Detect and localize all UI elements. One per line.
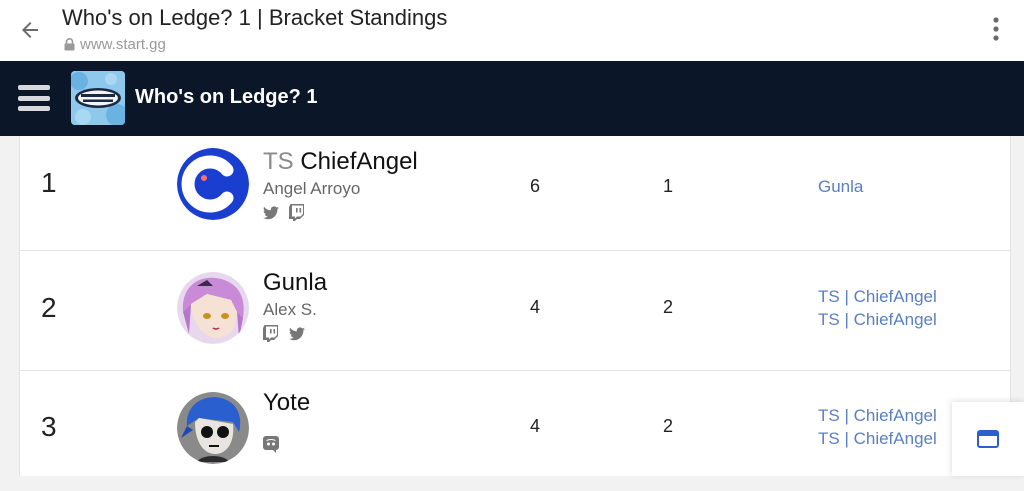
social-links: [263, 204, 305, 221]
social-links: [263, 436, 279, 453]
player-tag: Gunla: [263, 269, 328, 296]
twitch-icon[interactable]: [289, 204, 305, 221]
table-row: 1 TS ChiefAngel Angel Arroyo 6 1 Gunla: [20, 131, 1010, 251]
real-name: Alex S.: [263, 300, 317, 319]
eliminated-by-link[interactable]: TS | ChiefAngel: [818, 308, 937, 331]
eliminated-by-list: TS | ChiefAngel TS | ChiefAngel: [818, 404, 937, 450]
placement: 2: [41, 292, 57, 323]
avatar[interactable]: [177, 272, 249, 344]
stat-value: 2: [663, 297, 674, 317]
page-title: Who's on Ledge? 1 | Bracket Standings: [62, 5, 448, 30]
back-arrow-icon[interactable]: [16, 16, 44, 44]
social-links: [263, 325, 305, 342]
real-name: Angel Arroyo: [263, 179, 361, 198]
lock-icon: [64, 38, 75, 51]
twitter-icon[interactable]: [263, 205, 279, 220]
eliminated-by-list: Gunla: [818, 175, 863, 198]
placement: 3: [41, 411, 57, 442]
stat-value: 1: [663, 176, 674, 196]
gamertag[interactable]: Gunla: [263, 269, 327, 297]
table-row: 3 Yote 4 2 TS | ChiefAngel TS | ChiefAng…: [20, 371, 1010, 491]
eliminated-by-link[interactable]: TS | ChiefAngel: [818, 404, 937, 427]
stat-value: 6: [530, 176, 541, 196]
eliminated-by-link[interactable]: TS | ChiefAngel: [818, 427, 937, 450]
eliminated-by-link[interactable]: Gunla: [818, 175, 863, 198]
more-vert-icon[interactable]: [984, 14, 1008, 44]
eliminated-by-link[interactable]: TS | ChiefAngel: [818, 285, 937, 308]
twitch-icon[interactable]: [263, 325, 279, 342]
stat-value: 2: [663, 416, 674, 436]
standings-table: 1 TS ChiefAngel Angel Arroyo 6 1 Gunla 2: [19, 136, 1011, 476]
eliminated-by-list: TS | ChiefAngel TS | ChiefAngel: [818, 285, 937, 331]
gamertag[interactable]: TS ChiefAngel: [263, 148, 418, 176]
gamertag[interactable]: Yote: [263, 389, 310, 417]
player-tag: Yote: [263, 389, 311, 416]
player-tag: ChiefAngel: [300, 148, 418, 175]
discord-icon[interactable]: [263, 436, 279, 453]
browser-window-icon: [977, 430, 999, 448]
window-toggle-button[interactable]: [952, 402, 1024, 476]
event-logo[interactable]: [71, 71, 125, 125]
stat-value: 4: [530, 416, 541, 436]
url-text: www.start.gg: [80, 36, 166, 53]
sponsor-prefix: TS: [263, 148, 294, 175]
url-bar[interactable]: www.start.gg: [64, 36, 166, 53]
twitter-icon[interactable]: [289, 326, 305, 341]
browser-toolbar: Who's on Ledge? 1 | Bracket Standings ww…: [0, 0, 1024, 61]
table-row: 2 Gunla Alex S. 4 2 TS | ChiefAngel TS |…: [20, 251, 1010, 371]
avatar[interactable]: [177, 148, 249, 220]
stat-value: 4: [530, 297, 541, 317]
avatar[interactable]: [177, 392, 249, 464]
event-name[interactable]: Who's on Ledge? 1: [135, 86, 318, 109]
hamburger-menu-icon[interactable]: [18, 83, 50, 113]
app-header: Who's on Ledge? 1: [0, 61, 1024, 136]
placement: 1: [41, 167, 57, 198]
